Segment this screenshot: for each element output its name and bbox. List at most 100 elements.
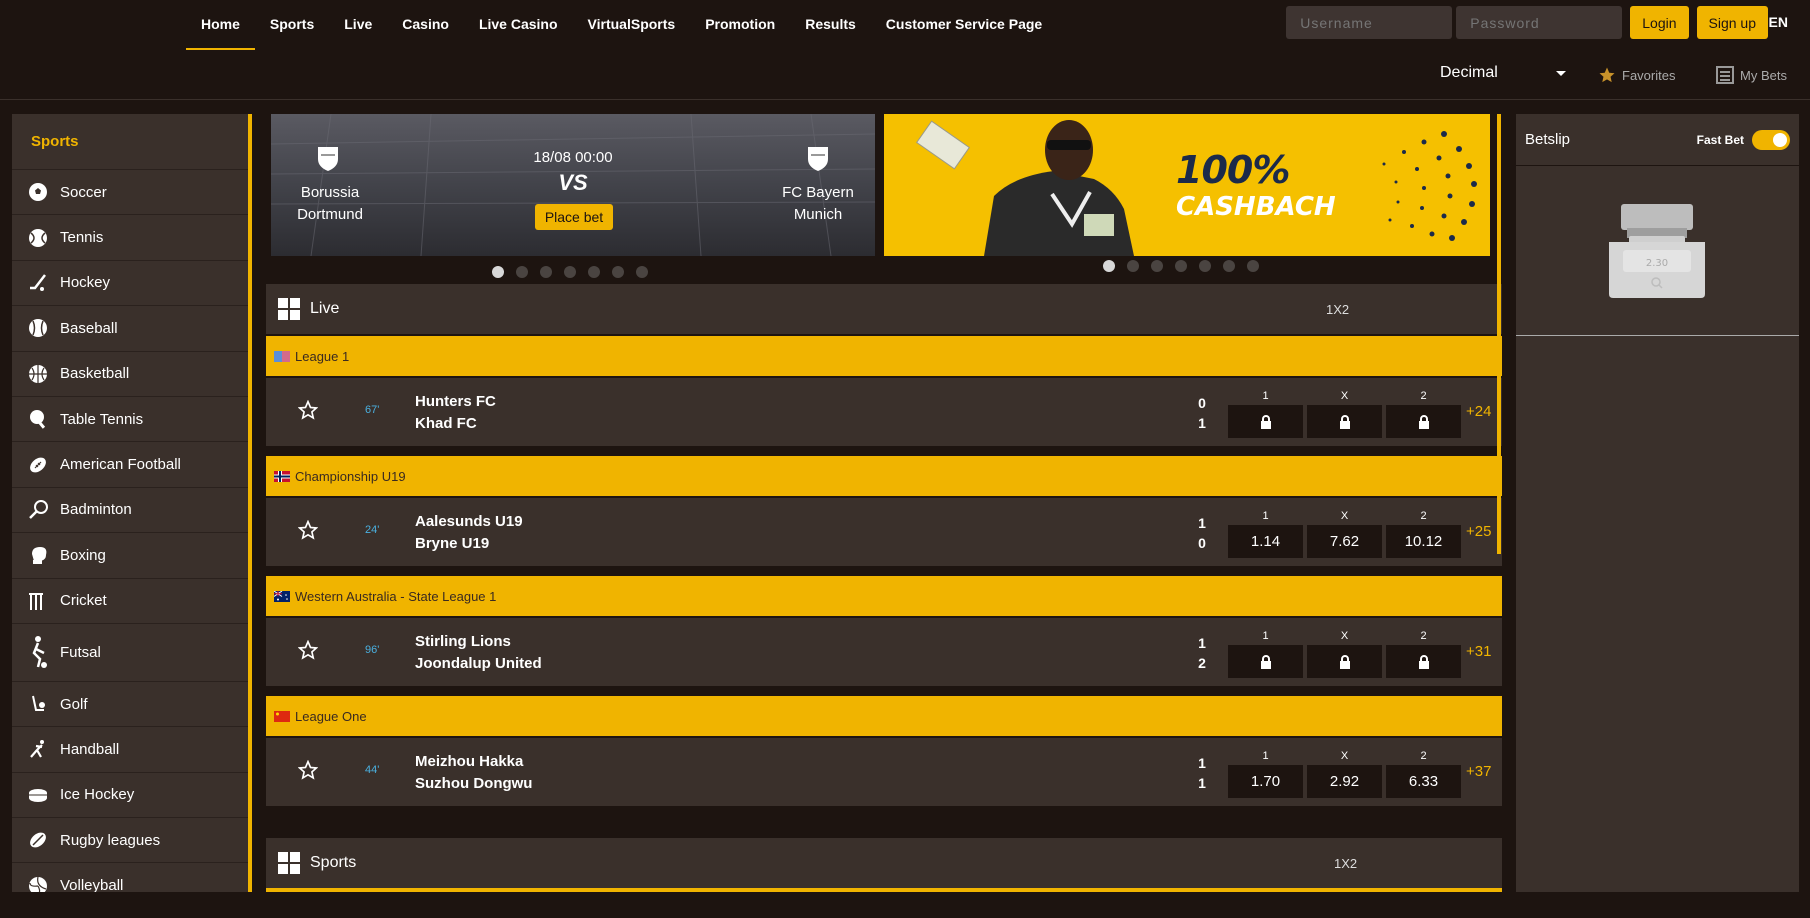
carousel-dot[interactable] xyxy=(1199,260,1211,272)
signup-button[interactable]: Sign up xyxy=(1696,6,1768,39)
home-team: Stirling Lions xyxy=(415,633,511,650)
odd-button[interactable]: 1.14 xyxy=(1228,525,1303,558)
odds-group: 1 1.70 X 2.92 2 6.33 xyxy=(1228,748,1461,798)
nav-promotion[interactable]: Promotion xyxy=(690,0,790,50)
match-teams[interactable]: Aalesunds U19 Bryne U19 xyxy=(415,511,523,555)
star-outline-icon[interactable] xyxy=(298,400,318,420)
nav-sports[interactable]: Sports xyxy=(255,0,329,50)
odd-button[interactable]: 2.92 xyxy=(1307,765,1382,798)
ice-hockey-puck-icon xyxy=(27,784,49,806)
match-teams[interactable]: Hunters FC Khad FC xyxy=(415,391,496,435)
sidebar-item-table-tennis[interactable]: Table Tennis xyxy=(12,397,248,443)
carousel-dot[interactable] xyxy=(492,266,504,278)
star-outline-icon[interactable] xyxy=(298,640,318,660)
match-teams[interactable]: Meizhou Hakka Suzhou Dongwu xyxy=(415,751,532,795)
nav-virtual-sports[interactable]: VirtualSports xyxy=(573,0,691,50)
league-header[interactable]: Western Australia - State League 1 xyxy=(266,576,1502,616)
betslip-body xyxy=(1516,336,1799,892)
sidebar-item-american-football[interactable]: American Football xyxy=(12,442,248,488)
sports-section-title: Sports xyxy=(310,854,357,871)
lock-icon xyxy=(1418,654,1429,669)
league-header[interactable]: Championship U19 xyxy=(266,456,1502,496)
shield-icon xyxy=(808,147,828,171)
main-nav: Home Sports Live Casino Live Casino Virt… xyxy=(186,0,1057,50)
sidebar-item-golf[interactable]: Golf xyxy=(12,682,248,728)
fast-bet-toggle[interactable] xyxy=(1752,129,1790,150)
sidebar-item-label: Boxing xyxy=(60,546,106,564)
sidebar-item-soccer[interactable]: Soccer xyxy=(12,170,248,216)
login-button[interactable]: Login xyxy=(1630,6,1689,39)
sidebar-item-handball[interactable]: Handball xyxy=(12,727,248,773)
odd-button[interactable]: 6.33 xyxy=(1386,765,1461,798)
more-markets-link[interactable]: +31 xyxy=(1466,643,1491,660)
betslip-title: Betslip xyxy=(1525,131,1571,148)
odd-label: X xyxy=(1340,390,1349,402)
nav-home[interactable]: Home xyxy=(186,0,255,50)
betslip-empty-state: 2.30 xyxy=(1516,166,1799,336)
carousel-dot[interactable] xyxy=(1127,260,1139,272)
nav-casino[interactable]: Casino xyxy=(387,0,464,50)
live-section-title: Live xyxy=(310,300,340,317)
match-row: 67' Hunters FC Khad FC 01 1 X 2 +24 xyxy=(266,378,1502,446)
star-outline-icon[interactable] xyxy=(298,760,318,780)
password-input[interactable] xyxy=(1456,6,1623,39)
language-selector[interactable]: EN xyxy=(1769,14,1788,30)
carousel-dot[interactable] xyxy=(1175,260,1187,272)
nav-live[interactable]: Live xyxy=(329,0,387,50)
nav-customer-service[interactable]: Customer Service Page xyxy=(871,0,1057,50)
carousel-dot[interactable] xyxy=(564,266,576,278)
sidebar-item-tennis[interactable]: Tennis xyxy=(12,215,248,261)
odds-group: 1 1.14 X 7.62 2 10.12 xyxy=(1228,508,1461,558)
sidebar-item-rugby[interactable]: Rugby leagues xyxy=(12,818,248,864)
odd-label: 2 xyxy=(1420,750,1427,762)
more-markets-link[interactable]: +37 xyxy=(1466,763,1491,780)
favorites-link[interactable]: Favorites xyxy=(1598,66,1675,84)
username-input[interactable] xyxy=(1286,6,1453,39)
carousel-dot[interactable] xyxy=(516,266,528,278)
carousel-dot[interactable] xyxy=(1151,260,1163,272)
nav-results[interactable]: Results xyxy=(790,0,871,50)
odd-button[interactable]: 10.12 xyxy=(1386,525,1461,558)
main-scrollbar[interactable] xyxy=(1497,114,1501,554)
league-header[interactable]: League One xyxy=(266,696,1502,736)
my-bets-link[interactable]: My Bets xyxy=(1716,66,1787,84)
match-datetime: 18/08 00:00 xyxy=(533,149,613,166)
star-outline-icon[interactable] xyxy=(298,520,318,540)
match-teams[interactable]: Stirling Lions Joondalup United xyxy=(415,631,542,675)
sidebar-item-basketball[interactable]: Basketball xyxy=(12,352,248,397)
sidebar-item-ice-hockey[interactable]: Ice Hockey xyxy=(12,773,248,819)
sidebar-item-hockey[interactable]: Hockey xyxy=(12,261,248,307)
sidebar-item-label: Badminton xyxy=(60,501,132,519)
more-markets-link[interactable]: +25 xyxy=(1466,523,1491,540)
league-header[interactable]: League 1 xyxy=(266,336,1502,376)
match-banner[interactable]: Borussia Dortmund 18/08 00:00 VS Place b… xyxy=(271,114,875,256)
odd-button[interactable]: 7.62 xyxy=(1307,525,1382,558)
sidebar-item-cricket[interactable]: Cricket xyxy=(12,579,248,624)
china-flag-icon xyxy=(274,710,290,722)
match-row: 96' Stirling Lions Joondalup United 12 1 … xyxy=(266,618,1502,686)
place-bet-button[interactable]: Place bet xyxy=(535,204,613,230)
carousel-dot[interactable] xyxy=(636,266,648,278)
carousel-dot[interactable] xyxy=(612,266,624,278)
away-score: 2 xyxy=(1198,655,1206,671)
odd-button[interactable]: 1.70 xyxy=(1228,765,1303,798)
sidebar-item-futsal[interactable]: Futsal xyxy=(12,624,248,682)
sidebar-item-label: Basketball xyxy=(60,365,130,383)
nav-live-casino[interactable]: Live Casino xyxy=(464,0,573,50)
sidebar-item-volleyball[interactable]: Volleyball xyxy=(12,863,248,892)
sidebar-item-badminton[interactable]: Badminton xyxy=(12,488,248,534)
promo-title-cashback: CASHBACH xyxy=(1176,192,1336,222)
soccer-ball-icon xyxy=(27,181,49,203)
sidebar-item-baseball[interactable]: Baseball xyxy=(12,306,248,352)
sports-sidebar: Sports Soccer Tennis Hockey Baseball Bas… xyxy=(12,114,252,892)
carousel-dot[interactable] xyxy=(1103,260,1115,272)
carousel-dot[interactable] xyxy=(540,266,552,278)
carousel-dot[interactable] xyxy=(1223,260,1235,272)
odds-format-select[interactable]: Decimal xyxy=(1440,64,1566,82)
carousel-dot[interactable] xyxy=(588,266,600,278)
more-markets-link[interactable]: +24 xyxy=(1466,403,1491,420)
odds-group: 1 X 2 xyxy=(1228,628,1461,678)
carousel-dot[interactable] xyxy=(1247,260,1259,272)
sidebar-item-boxing[interactable]: Boxing xyxy=(12,533,248,579)
promo-banner[interactable]: 100% CASHBACH xyxy=(884,114,1490,256)
